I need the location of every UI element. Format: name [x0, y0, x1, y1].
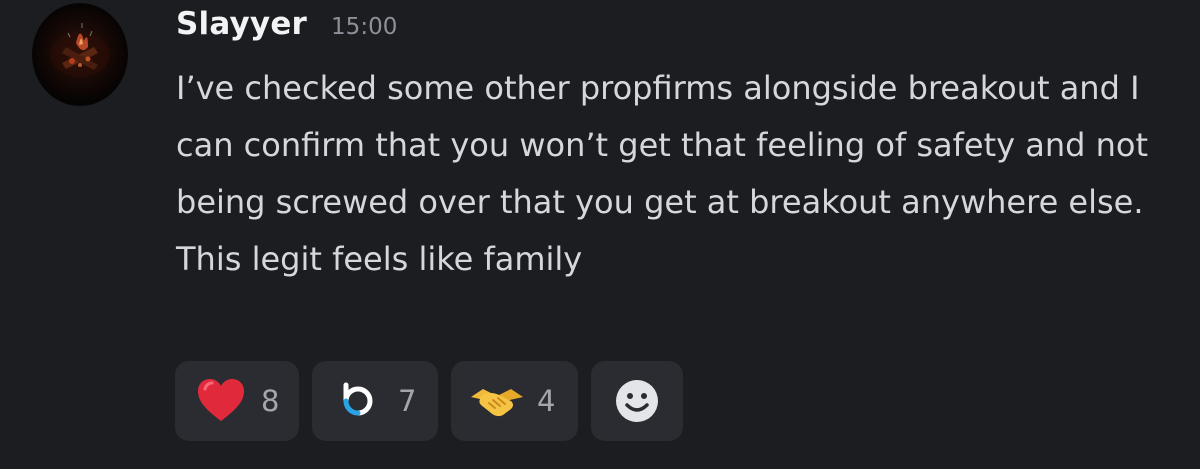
reactions-bar: 8 7 4 [175, 361, 683, 441]
handshake-icon [469, 373, 525, 429]
username[interactable]: Slayyer [176, 6, 307, 42]
reaction-handshake[interactable]: 4 [451, 361, 578, 441]
reaction-breakout[interactable]: 7 [312, 361, 438, 441]
message-text: I’ve checked some other propfirms alongs… [176, 69, 1148, 278]
message-header: Slayyer 15:00 [176, 6, 397, 54]
chat-message: Slayyer 15:00 I’ve checked some other pr… [0, 0, 1200, 469]
reaction-count: 8 [261, 384, 280, 418]
smiley-icon [609, 373, 665, 429]
timestamp: 15:00 [331, 14, 398, 40]
campfire-icon [50, 23, 110, 77]
breakout-logo-icon [330, 373, 386, 429]
reaction-heart[interactable]: 8 [175, 361, 299, 441]
add-reaction-button[interactable] [591, 361, 683, 441]
avatar[interactable] [32, 3, 128, 106]
reaction-count: 4 [537, 384, 556, 418]
reaction-count: 7 [398, 384, 417, 418]
heart-icon [193, 373, 249, 429]
